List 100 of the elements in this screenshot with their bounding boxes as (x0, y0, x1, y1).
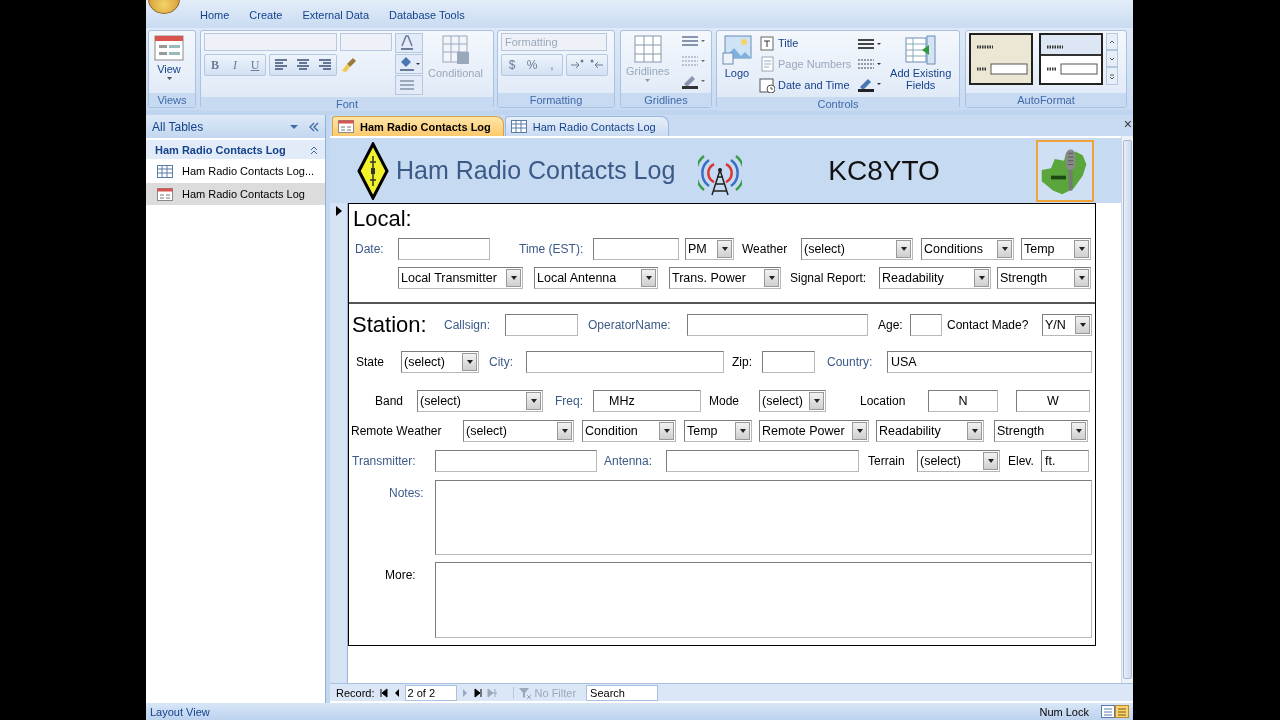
dropdown-button[interactable] (735, 421, 750, 440)
line-color-icon[interactable] (856, 76, 883, 92)
text-field[interactable] (526, 351, 724, 373)
dropdown-button[interactable] (1071, 421, 1086, 440)
dropdown-field[interactable]: PM (685, 238, 734, 260)
font-name-field[interactable] (204, 33, 337, 51)
search-field[interactable]: Search (586, 684, 659, 701)
dropdown-field[interactable]: Local Antenna (534, 266, 658, 289)
paintbrush-icon[interactable] (340, 56, 358, 74)
text-field[interactable] (505, 314, 578, 336)
dropdown-field[interactable]: Remote Power (759, 419, 869, 442)
dropdown-button[interactable] (557, 421, 572, 440)
number-format-button[interactable]: , (542, 55, 562, 75)
line-color-icon[interactable] (680, 73, 707, 89)
nav-item-label: Ham Radio Contacts Log... (182, 165, 315, 177)
dropdown-field[interactable]: Conditions (921, 238, 1014, 260)
dropdown-button[interactable] (983, 452, 998, 470)
image-icon (722, 35, 752, 65)
text-field[interactable]: MHz (593, 390, 701, 412)
form-view-icon[interactable] (1101, 705, 1115, 718)
text-field[interactable] (398, 238, 490, 260)
dropdown-field[interactable]: (select) (401, 351, 479, 373)
caret-icon (645, 79, 651, 82)
field-label: Location (860, 394, 907, 408)
number-format-button[interactable]: $ (502, 55, 522, 75)
font-size-field[interactable] (340, 33, 392, 51)
dropdown-button[interactable] (462, 353, 477, 371)
dropdown-field[interactable]: Strength (997, 266, 1091, 289)
dropdown-field[interactable]: (select) (917, 450, 1000, 472)
text-field[interactable] (666, 450, 859, 472)
group-label: Gridlines (621, 93, 711, 107)
text-field[interactable]: USA (887, 351, 1092, 373)
dropdown-button[interactable] (896, 240, 911, 258)
dropdown-button[interactable] (764, 268, 779, 287)
ribbon-tab[interactable]: Home (190, 5, 240, 25)
line-width-icon[interactable] (856, 36, 883, 52)
dropdown-button[interactable] (526, 392, 541, 410)
nav-item[interactable]: Ham Radio Contacts Log... (146, 160, 325, 182)
text-field[interactable] (435, 450, 597, 472)
dropdown-field[interactable]: Condition (582, 419, 676, 442)
logo-button[interactable]: Logo (720, 33, 754, 81)
dropdown-button[interactable] (506, 268, 521, 287)
first-record-icon[interactable] (378, 687, 389, 698)
add-fields-button[interactable]: Add Existing Fields (885, 33, 956, 93)
dropdown-button[interactable] (974, 268, 989, 287)
dropdown-button[interactable] (1074, 240, 1089, 258)
dropdown-field[interactable]: (select) (801, 238, 913, 260)
field-list-icon (904, 35, 937, 65)
text-field[interactable]: W (1016, 390, 1090, 412)
autoformat-style-icon[interactable] (1039, 33, 1103, 85)
dropdown-button[interactable] (717, 240, 732, 258)
close-button[interactable]: × (1123, 117, 1132, 131)
dropdown-field[interactable]: (select) (759, 390, 826, 412)
nav-item[interactable]: Ham Radio Contacts Log (146, 183, 325, 205)
autoformat-style-icon[interactable] (969, 33, 1033, 85)
fill-color-icon[interactable] (395, 54, 423, 74)
dropdown-button[interactable] (967, 421, 982, 440)
ribbon-tab[interactable]: External Data (292, 5, 380, 25)
last-record-icon[interactable] (472, 687, 483, 698)
dropdown-field[interactable]: Readability (879, 266, 991, 289)
font-color-icon[interactable] (395, 33, 423, 53)
memo-field[interactable] (435, 480, 1092, 555)
dropdown-button[interactable] (1075, 316, 1090, 334)
dropdown-button[interactable] (641, 268, 656, 287)
text-field[interactable]: N (928, 390, 998, 412)
number-format-button[interactable]: % (522, 55, 542, 75)
text-field[interactable] (687, 314, 868, 336)
text-field[interactable] (762, 351, 815, 373)
style-button[interactable]: U (245, 55, 265, 75)
text-field[interactable]: ft. (1041, 450, 1089, 472)
field-label: Remote Weather (351, 423, 443, 438)
calendar-clock-icon (759, 77, 775, 93)
ribbon-tab[interactable]: Database Tools (379, 5, 475, 25)
dropdown-button[interactable] (1074, 268, 1089, 287)
dropdown-field[interactable]: Local Transmitter (398, 266, 523, 289)
ribbon-tab[interactable]: Create (239, 5, 293, 25)
dropdown-button[interactable] (852, 421, 867, 440)
dropdown-button[interactable] (997, 240, 1012, 258)
document-tab[interactable]: Ham Radio Contacts Log (332, 116, 504, 136)
dropdown-field[interactable]: Y/N (1042, 314, 1092, 336)
dropdown-button[interactable] (659, 421, 674, 440)
text-field[interactable] (910, 314, 942, 336)
view-button[interactable]: View (152, 33, 186, 82)
style-button[interactable]: I (225, 55, 245, 75)
control-button[interactable]: Date and Time (757, 75, 854, 95)
dropdown-field[interactable]: Strength (994, 419, 1088, 442)
dropdown-field[interactable]: Temp (684, 419, 752, 442)
form-icon (157, 187, 173, 201)
dropdown-field[interactable]: Readability (876, 419, 984, 442)
dropdown-field[interactable]: Temp (1021, 238, 1091, 260)
control-button[interactable]: Title (757, 33, 854, 53)
dropdown-field[interactable]: (select) (417, 390, 543, 412)
dropdown-field[interactable]: (select) (463, 419, 574, 442)
text-field[interactable] (593, 238, 679, 260)
document-tab[interactable]: Ham Radio Contacts Log (504, 116, 669, 136)
vertical-scrollbar[interactable] (1121, 136, 1133, 683)
record-position-field[interactable]: 2 of 2 (404, 684, 457, 701)
dropdown-field[interactable]: Trans. Power (669, 266, 781, 289)
memo-field[interactable] (435, 562, 1092, 638)
dropdown-button[interactable] (809, 392, 824, 410)
